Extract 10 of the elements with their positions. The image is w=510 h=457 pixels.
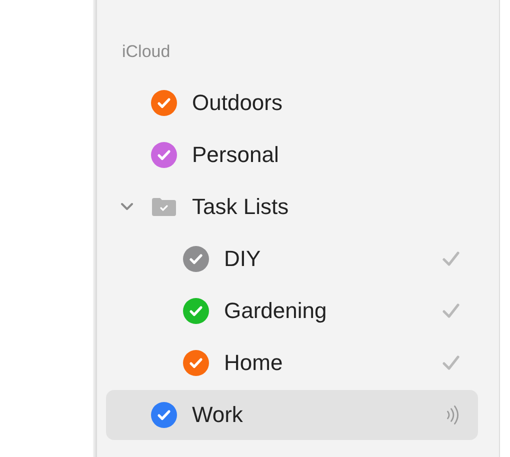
sidebar-item[interactable]: DIY (106, 234, 478, 284)
folder-icon (151, 197, 177, 217)
chevron-icon[interactable] (120, 202, 134, 212)
sidebar-item[interactable]: Personal (106, 130, 478, 180)
sidebar-group[interactable]: Task Lists (106, 182, 478, 232)
sidebar-item[interactable]: Work (106, 390, 478, 440)
section-header: iCloud (122, 41, 170, 63)
sidebar-item[interactable]: Gardening (106, 286, 478, 336)
sidebar-item[interactable]: Home (106, 338, 478, 388)
sidebar-item[interactable]: Outdoors (106, 78, 478, 128)
